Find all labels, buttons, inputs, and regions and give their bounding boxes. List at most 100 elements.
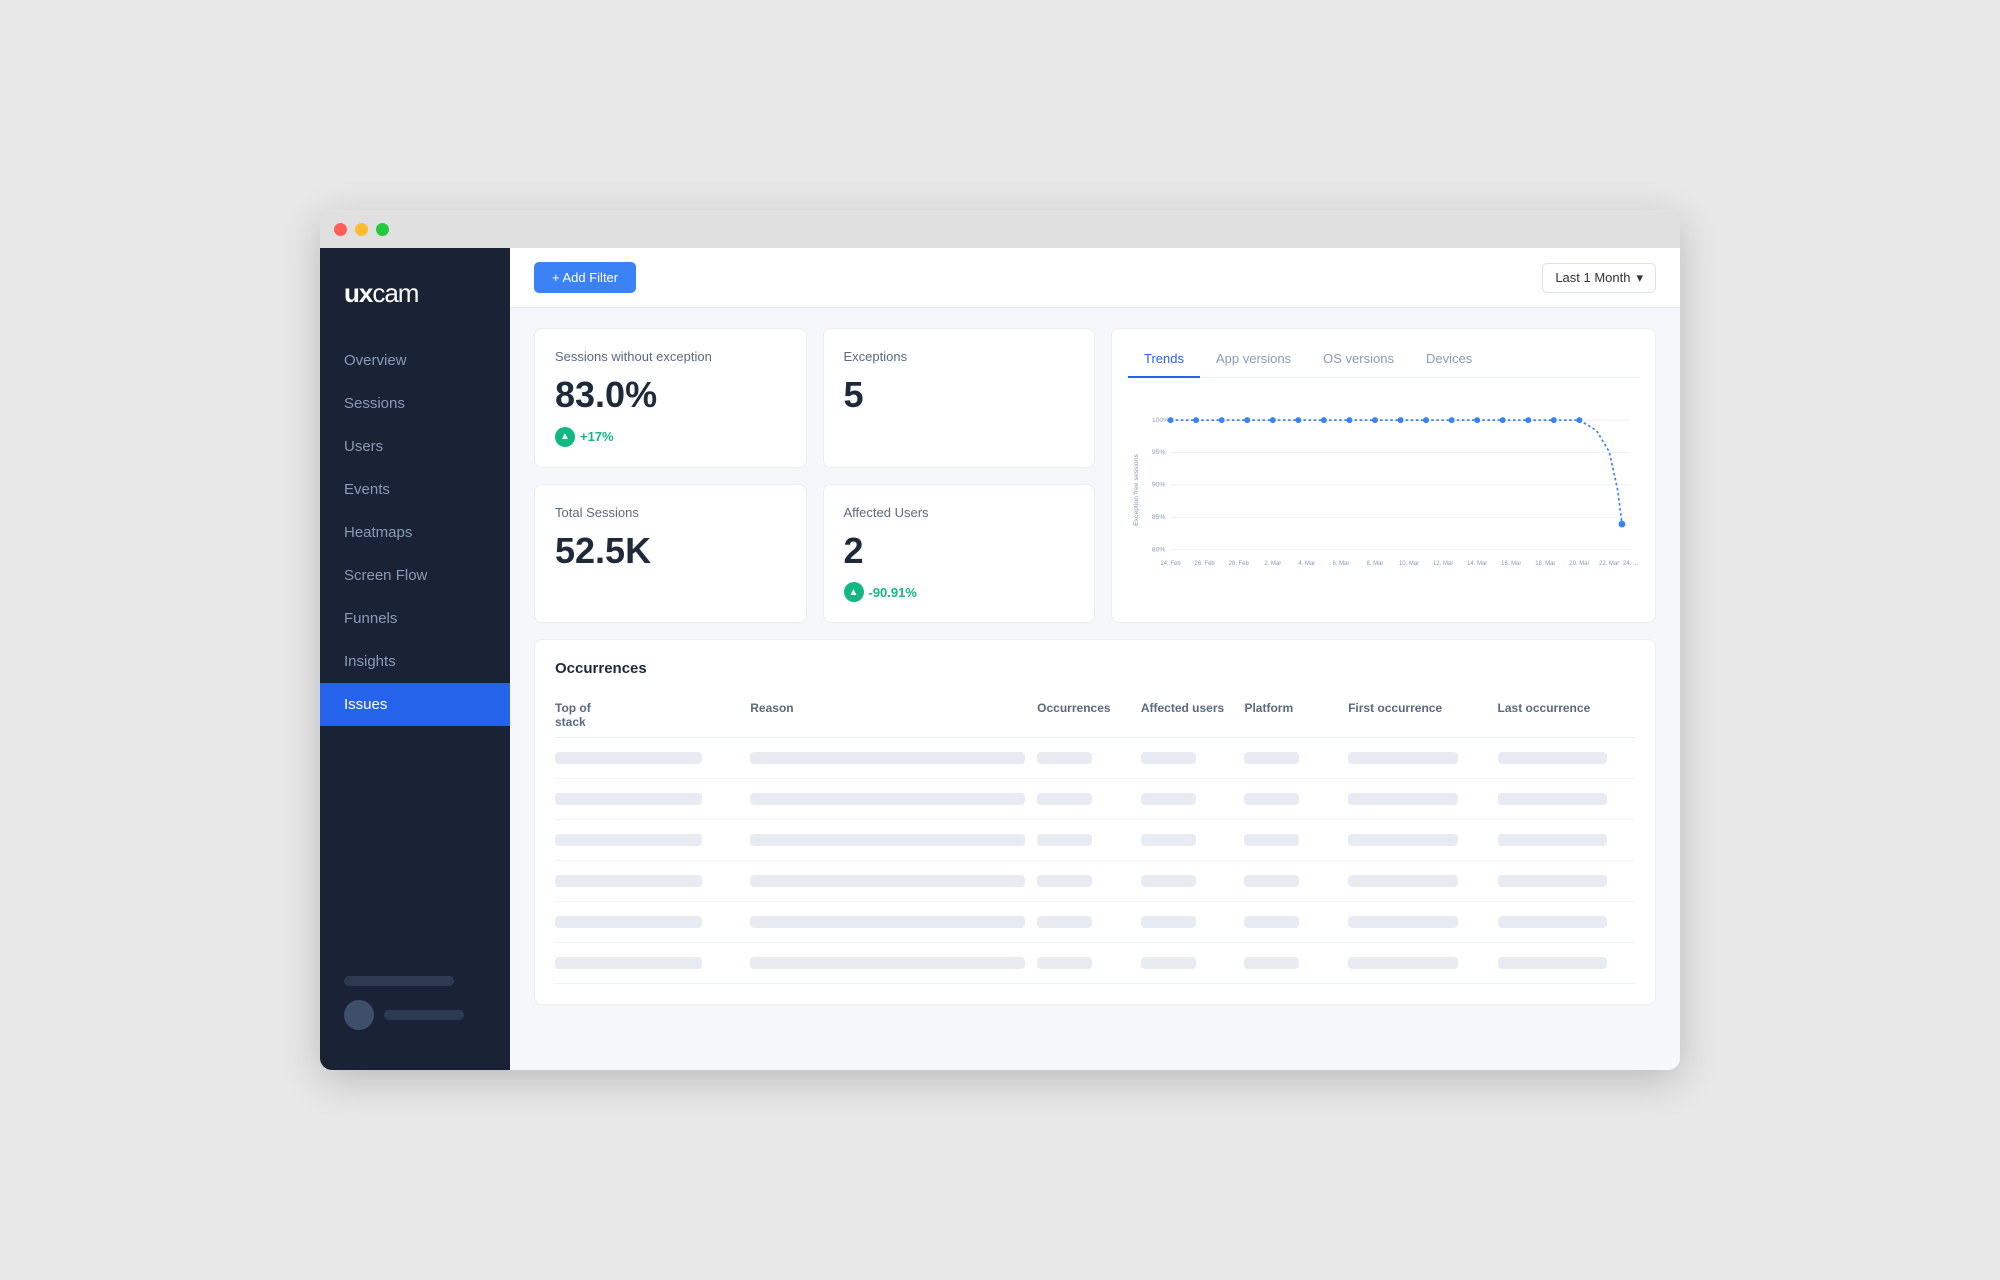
sidebar-item-funnels[interactable]: Funnels [320, 597, 510, 640]
table-row[interactable] [555, 861, 1635, 902]
skeleton-cell [1141, 752, 1196, 764]
minimize-dot[interactable] [355, 223, 368, 236]
skeleton-cell [1141, 957, 1196, 969]
svg-text:100%: 100% [1152, 417, 1169, 424]
skeleton-cell [555, 793, 702, 805]
chart-card: Trends App versions OS versions Devices … [1111, 328, 1656, 623]
sidebar-item-screenflow[interactable]: Screen Flow [320, 554, 510, 597]
affected-users-label: Affected Users [844, 505, 1075, 520]
tab-os-versions[interactable]: OS versions [1307, 345, 1410, 378]
table-row[interactable] [555, 738, 1635, 779]
skeleton-cell [1244, 875, 1299, 887]
title-bar [320, 210, 1680, 248]
skeleton-cell [1244, 752, 1299, 764]
table-row[interactable] [555, 943, 1635, 984]
svg-text:10. Mar: 10. Mar [1399, 561, 1419, 567]
svg-text:14. Mar: 14. Mar [1467, 561, 1487, 567]
svg-text:95%: 95% [1152, 449, 1166, 456]
col-affected-users: Affected users [1141, 701, 1233, 729]
exceptions-label: Exceptions [844, 349, 1075, 364]
left-stats: Sessions without exception 83.0% ▲ +17% … [534, 328, 807, 623]
skeleton-cell [1498, 793, 1608, 805]
skeleton-cell [750, 916, 1025, 928]
col-top-of-stack: Top ofstack [555, 701, 738, 729]
skeleton-cell [1244, 957, 1299, 969]
svg-text:4. Mar: 4. Mar [1298, 561, 1315, 567]
down-arrow-icon: ▲ [844, 582, 864, 602]
chart-tabs: Trends App versions OS versions Devices [1128, 345, 1639, 378]
app-body: uxcam Overview Sessions Users Events Hea… [320, 248, 1680, 1070]
skeleton-cell [1037, 793, 1092, 805]
skeleton-cell [555, 875, 702, 887]
skeleton-cell [1141, 875, 1196, 887]
table-row[interactable] [555, 779, 1635, 820]
col-last-occurrence: Last occurrence [1498, 701, 1635, 729]
sidebar-item-events[interactable]: Events [320, 468, 510, 511]
sidebar-item-users[interactable]: Users [320, 425, 510, 468]
svg-text:20. Mar: 20. Mar [1569, 561, 1589, 567]
tab-app-versions[interactable]: App versions [1200, 345, 1307, 378]
total-sessions-card: Total Sessions 52.5K [534, 484, 807, 624]
up-arrow-icon: ▲ [555, 427, 575, 447]
sidebar-user-row [344, 1000, 486, 1030]
svg-text:85%: 85% [1152, 514, 1166, 521]
svg-text:6. Mar: 6. Mar [1332, 561, 1349, 567]
tab-devices[interactable]: Devices [1410, 345, 1488, 378]
skeleton-cell [555, 752, 702, 764]
sidebar-item-overview[interactable]: Overview [320, 339, 510, 382]
skeleton-cell [1141, 834, 1196, 846]
sidebar-item-insights[interactable]: Insights [320, 640, 510, 683]
topbar: + Add Filter Last 1 Month ▾ [510, 248, 1680, 308]
skeleton-cell [1037, 752, 1092, 764]
skeleton-cell [1348, 793, 1458, 805]
tab-trends[interactable]: Trends [1128, 345, 1200, 378]
add-filter-button[interactable]: + Add Filter [534, 262, 636, 293]
close-dot[interactable] [334, 223, 347, 236]
col-reason: Reason [750, 701, 1025, 729]
sidebar-nav: Overview Sessions Users Events Heatmaps … [320, 339, 510, 726]
skeleton-cell [555, 834, 702, 846]
sidebar-item-sessions[interactable]: Sessions [320, 382, 510, 425]
svg-text:Exception free sessions: Exception free sessions [1133, 454, 1140, 526]
logo: uxcam [320, 268, 510, 339]
skeleton-cell [1037, 957, 1092, 969]
skeleton-cell [750, 834, 1025, 846]
table-row[interactable] [555, 902, 1635, 943]
table-header: Top ofstack Reason Occurrences Affected … [555, 693, 1635, 738]
col-platform: Platform [1244, 701, 1336, 729]
sessions-without-exception-card: Sessions without exception 83.0% ▲ +17% [534, 328, 807, 468]
svg-text:18. Mar: 18. Mar [1535, 561, 1555, 567]
skeleton-cell [1348, 916, 1458, 928]
sessions-label: Sessions without exception [555, 349, 786, 364]
date-filter-selector[interactable]: Last 1 Month ▾ [1542, 263, 1656, 293]
avatar [344, 1000, 374, 1030]
sidebar-item-issues[interactable]: Issues [320, 683, 510, 726]
skeleton-cell [1498, 834, 1608, 846]
table-row[interactable] [555, 820, 1635, 861]
svg-text:26. Feb: 26. Feb [1195, 561, 1216, 567]
skeleton-cell [1498, 752, 1608, 764]
svg-text:80%: 80% [1152, 546, 1166, 553]
svg-text:24. Feb: 24. Feb [1160, 561, 1181, 567]
skeleton-cell [1037, 916, 1092, 928]
stats-row: Sessions without exception 83.0% ▲ +17% … [534, 328, 1656, 623]
skeleton-cell [1348, 834, 1458, 846]
skeleton-cell [1037, 834, 1092, 846]
total-sessions-value: 52.5K [555, 530, 786, 572]
skeleton-cell [1141, 916, 1196, 928]
sidebar-footer [320, 956, 510, 1050]
content-area: Sessions without exception 83.0% ▲ +17% … [510, 308, 1680, 1070]
sidebar-item-heatmaps[interactable]: Heatmaps [320, 511, 510, 554]
svg-text:28. Feb: 28. Feb [1229, 561, 1250, 567]
svg-text:22. Mar: 22. Mar [1599, 561, 1619, 567]
svg-text:24. ...: 24. ... [1623, 561, 1638, 567]
affected-users-card: Affected Users 2 ▲ -90.91% [823, 484, 1096, 624]
skeleton-cell [750, 957, 1025, 969]
exceptions-value: 5 [844, 374, 1075, 416]
skeleton-cell [750, 875, 1025, 887]
svg-text:16. Mar: 16. Mar [1501, 561, 1521, 567]
sidebar-skeleton-1 [344, 976, 454, 986]
sidebar-skeleton-2 [384, 1010, 464, 1020]
maximize-dot[interactable] [376, 223, 389, 236]
affected-users-badge: ▲ -90.91% [844, 582, 917, 602]
